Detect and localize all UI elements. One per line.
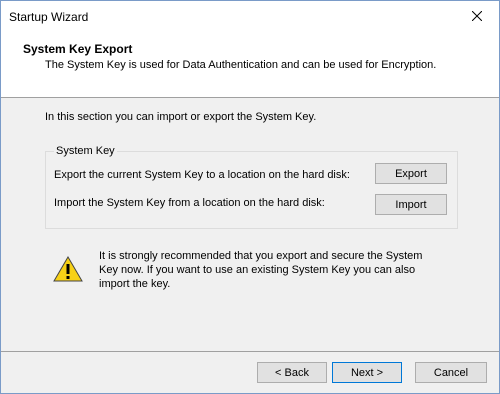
cancel-button[interactable]: Cancel	[415, 362, 487, 383]
warning-message: It is strongly recommended that you expo…	[99, 250, 423, 290]
close-icon	[472, 11, 482, 21]
page-subtitle: The System Key is used for Data Authenti…	[45, 59, 437, 71]
page-title: System Key Export	[23, 42, 133, 56]
wizard-header: System Key Export The System Key is used…	[1, 31, 499, 98]
warning-icon	[53, 256, 83, 282]
export-label: Export the current System Key to a locat…	[54, 169, 350, 181]
import-label: Import the System Key from a location on…	[54, 197, 325, 209]
footer-divider	[1, 351, 499, 352]
system-key-groupbox: System Key Export the current System Key…	[45, 145, 458, 229]
export-button[interactable]: Export	[375, 163, 447, 184]
intro-text: In this section you can import or export…	[45, 111, 317, 123]
startup-wizard-window: Startup Wizard System Key Export The Sys…	[0, 0, 500, 394]
next-button[interactable]: Next >	[332, 362, 402, 383]
close-button[interactable]	[455, 1, 499, 31]
window-title: Startup Wizard	[9, 10, 89, 24]
back-button[interactable]: < Back	[257, 362, 327, 383]
import-button[interactable]: Import	[375, 194, 447, 215]
groupbox-title: System Key	[54, 145, 117, 157]
title-bar[interactable]: Startup Wizard	[1, 1, 499, 31]
